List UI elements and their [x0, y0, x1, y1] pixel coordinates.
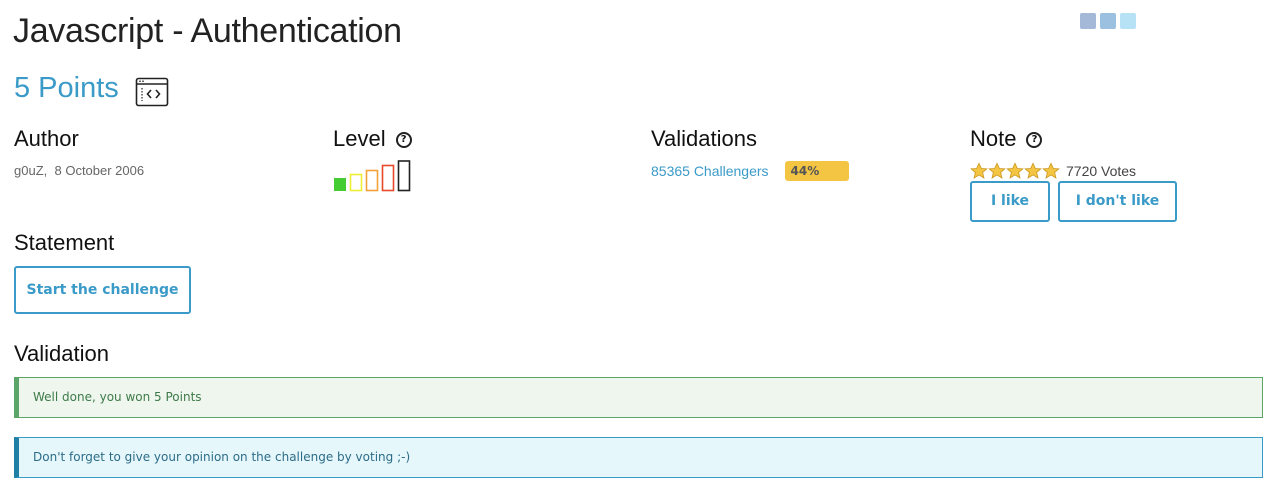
- author-info: g0uZ, 8 October 2006: [14, 163, 145, 178]
- like-button[interactable]: I like: [970, 181, 1050, 222]
- social-share: [1080, 13, 1136, 29]
- level-bar-4: [381, 164, 395, 192]
- validations-info: 85365 Challengers 44%: [651, 161, 849, 181]
- star-icon: [988, 162, 1006, 179]
- rating: 7720 Votes: [970, 162, 1136, 180]
- points-value: 5 Points: [14, 72, 119, 104]
- help-circle-icon[interactable]: ?: [395, 132, 412, 149]
- star-icon: [1024, 162, 1042, 179]
- validation-heading: Validation: [14, 341, 109, 366]
- dislike-button[interactable]: I don't like: [1058, 181, 1177, 222]
- author-date: 8 October 2006: [54, 163, 145, 178]
- browser-code-icon: [135, 77, 169, 107]
- level-indicator: [334, 160, 411, 192]
- facebook-icon[interactable]: [1080, 13, 1096, 29]
- level-bar-3: [365, 169, 379, 192]
- author-name[interactable]: g0uZ: [14, 163, 44, 178]
- star-icon: [1042, 162, 1060, 179]
- linkedin-icon[interactable]: [1100, 13, 1116, 29]
- page-title: Javascript - Authentication: [13, 12, 402, 50]
- votes-count: 7720 Votes: [1066, 163, 1137, 179]
- level-bar-1: [334, 178, 346, 191]
- level-bar-2: [349, 173, 363, 192]
- challengers-link[interactable]: 85365 Challengers: [651, 163, 769, 179]
- validations-heading: Validations: [651, 126, 757, 151]
- validation-percent-badge: 44%: [784, 161, 849, 181]
- statement-heading: Statement: [14, 230, 115, 255]
- star-icon: [1006, 162, 1024, 179]
- author-heading: Author: [14, 126, 79, 151]
- help-circle-icon[interactable]: ?: [1026, 132, 1043, 149]
- info-alert: Don't forget to give your opinion on the…: [14, 437, 1263, 478]
- twitter-icon[interactable]: [1120, 13, 1136, 29]
- level-heading: Level?: [333, 126, 412, 152]
- success-alert: Well done, you won 5 Points: [14, 377, 1263, 418]
- level-bar-5: [397, 160, 411, 192]
- star-icon: [970, 162, 988, 179]
- note-heading: Note?: [970, 126, 1043, 152]
- start-challenge-button[interactable]: Start the challenge: [14, 266, 191, 314]
